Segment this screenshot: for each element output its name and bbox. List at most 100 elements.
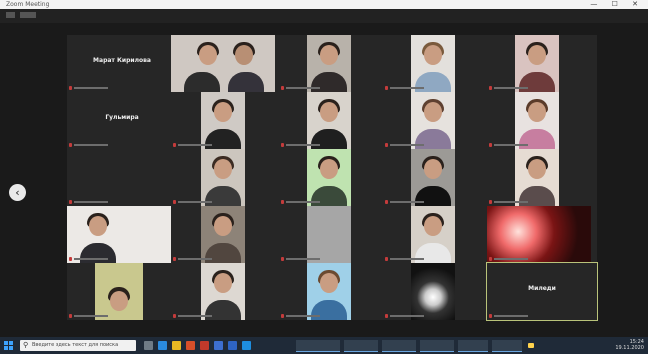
participant-video [515,149,559,206]
participant-video [307,92,351,149]
participant-tile[interactable]: Гульмира [67,92,177,149]
app-icon[interactable] [200,341,209,350]
task-view-icon[interactable] [144,341,153,350]
participant-tile[interactable] [383,92,493,149]
taskbar-app-button[interactable] [344,340,378,352]
word-icon[interactable] [228,341,237,350]
participant-tile[interactable] [279,206,389,263]
participant-video [171,35,275,92]
participant-video [515,35,559,92]
participant-tile[interactable] [67,263,177,320]
search-placeholder: Введите здесь текст для поиска [32,342,119,348]
participant-tile[interactable] [279,263,389,320]
office-icon[interactable] [186,341,195,350]
participant-video [201,263,245,320]
participant-caption [69,142,108,148]
meeting-toolbar [0,9,648,24]
participant-caption [281,199,320,205]
participant-tile[interactable] [279,92,389,149]
shield-icon[interactable] [6,12,15,18]
participant-caption [385,313,424,319]
participant-tile[interactable] [383,206,493,263]
participant-caption [281,85,320,91]
participant-tile[interactable]: Марат Кирилова [67,35,177,92]
zoom-icon[interactable] [242,341,251,350]
participant-tile[interactable] [383,35,493,92]
participant-video [411,206,455,263]
app-icon[interactable] [214,341,223,350]
participant-video [201,149,245,206]
participant-tile[interactable] [279,149,389,206]
participant-tile-active[interactable]: Миледи [486,262,598,321]
participant-caption [489,313,528,319]
edge-icon[interactable] [158,341,167,350]
participant-caption [385,256,424,262]
participant-video [201,206,245,263]
participant-video [67,206,171,263]
participant-tile[interactable] [171,149,281,206]
start-icon[interactable] [4,341,13,350]
system-clock[interactable]: 15:24 19.11.2020 [615,339,644,351]
participant-tile[interactable] [67,149,177,206]
explorer-icon[interactable] [172,341,181,350]
participant-tile[interactable] [383,149,493,206]
participant-video [487,206,591,263]
taskbar-app-button[interactable] [492,340,522,352]
participant-caption [385,85,424,91]
taskbar-app-button[interactable] [420,340,454,352]
participant-caption [385,142,424,148]
participant-tile[interactable] [383,263,493,320]
participant-video [307,206,351,263]
taskbar-app-button[interactable] [382,340,416,352]
participant-tile[interactable] [171,206,281,263]
participant-tile[interactable] [487,35,597,92]
participant-tile[interactable] [487,92,597,149]
participant-tile[interactable] [487,206,597,263]
window-controls[interactable]: — ☐ ✕ [590,0,644,9]
participant-caption [385,199,424,205]
previous-page-button[interactable]: ‹ [9,184,26,201]
taskbar: ⚲ Введите здесь текст для поиска 15:24 1… [0,337,648,354]
participant-video [411,35,455,92]
participant-tile[interactable] [67,206,177,263]
window-title-bar: Zoom Meeting — ☐ ✕ [0,0,648,9]
participant-tile[interactable] [279,35,389,92]
participant-name: Марат Кирилова [93,57,151,64]
participant-video [411,92,455,149]
participant-video [201,92,245,149]
participant-caption [489,256,528,262]
participant-caption [489,85,528,91]
participant-tile[interactable] [171,263,281,320]
taskbar-app-button[interactable] [458,340,488,352]
view-toggle-icon[interactable] [20,12,36,18]
participant-caption [173,199,212,205]
search-icon: ⚲ [23,341,29,349]
participant-caption [69,313,108,319]
participant-video [411,149,455,206]
participant-caption [281,142,320,148]
taskbar-app-button[interactable] [296,340,340,352]
participant-caption [69,256,108,262]
window-title: Zoom Meeting [6,1,50,8]
participant-video [515,92,559,149]
participant-video [307,149,351,206]
participant-tile[interactable] [171,35,281,92]
participant-tile[interactable] [487,149,597,206]
taskbar-search-input[interactable]: ⚲ Введите здесь текст для поиска [20,340,136,351]
participant-name: Миледи [528,285,556,292]
participant-caption [69,85,108,91]
notification-icon[interactable] [528,343,534,348]
participant-video [411,263,455,320]
participant-video [95,263,143,320]
participant-caption [173,142,212,148]
participant-caption [281,256,320,262]
participant-video [307,263,351,320]
clock-date: 19.11.2020 [615,345,644,351]
participant-caption [489,142,528,148]
participant-caption [281,313,320,319]
participant-caption [173,313,212,319]
participant-caption [173,256,212,262]
participant-video [307,35,351,92]
participant-caption [489,199,528,205]
participant-tile[interactable] [171,92,281,149]
